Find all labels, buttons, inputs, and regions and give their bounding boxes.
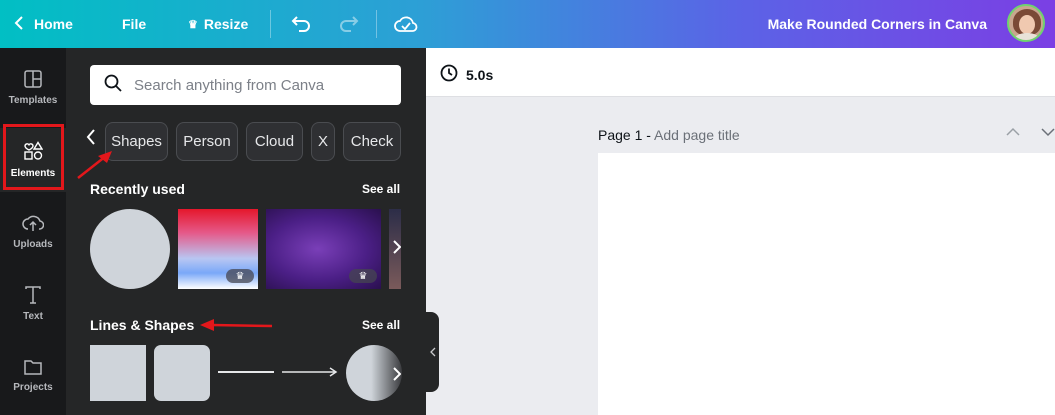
rail-label: Uploads	[13, 239, 53, 250]
top-bar: Home File ♛ Resize Make Rounded Corners …	[0, 0, 1055, 48]
chevron-left-icon	[14, 15, 24, 33]
avatar-face	[1019, 15, 1035, 34]
design-page-canvas[interactable]	[598, 153, 1055, 415]
line-thumb[interactable]	[218, 371, 274, 373]
page-number: Page 1 -	[598, 127, 655, 143]
divider	[376, 10, 377, 38]
recent-circle-thumb[interactable]	[90, 209, 170, 289]
avatar-body	[1014, 33, 1040, 40]
divider	[270, 10, 271, 38]
rail-label: Templates	[8, 95, 58, 106]
page-label: Page 1 - Add page title	[598, 127, 740, 143]
crown-icon: ♛	[226, 269, 254, 283]
avatar[interactable]	[1007, 4, 1045, 42]
text-icon	[25, 286, 41, 311]
resize-label: Resize	[203, 16, 249, 32]
chip-x[interactable]: X	[311, 122, 335, 161]
home-label: Home	[34, 16, 73, 32]
resize-button[interactable]: ♛ Resize	[188, 0, 248, 48]
chevron-right-icon[interactable]	[393, 238, 402, 259]
search-input[interactable]	[134, 76, 384, 94]
chip-cloud[interactable]: Cloud	[246, 122, 303, 161]
cloud-check-icon[interactable]	[394, 0, 418, 48]
duration-button[interactable]: 5.0s	[440, 64, 493, 85]
side-rail: Templates Elements Uploads Text Projects	[0, 48, 66, 415]
see-all-shapes-link[interactable]: See all	[362, 318, 400, 332]
square-shape-thumb[interactable]	[90, 345, 146, 401]
duration-value: 5.0s	[466, 66, 494, 83]
redo-icon[interactable]	[339, 0, 359, 48]
chevron-right-icon[interactable]	[393, 365, 402, 386]
arrow-line-thumb[interactable]	[282, 364, 338, 380]
chip-check[interactable]: Check	[343, 122, 401, 161]
elements-highlight-box	[3, 124, 64, 190]
undo-icon[interactable]	[291, 0, 311, 48]
lines-shapes-title: Lines & Shapes	[90, 317, 195, 333]
rail-label: Projects	[13, 382, 53, 393]
chevron-left-icon[interactable]	[86, 128, 96, 151]
rail-item-uploads[interactable]: Uploads	[0, 200, 66, 264]
recent-purple-thumb[interactable]: ♛	[266, 209, 381, 289]
document-title[interactable]: Make Rounded Corners in Canva	[768, 0, 987, 48]
crown-icon: ♛	[188, 18, 198, 31]
search-icon	[104, 74, 122, 97]
see-all-recent-link[interactable]: See all	[362, 182, 400, 196]
rail-label: Text	[23, 311, 43, 322]
page-title-input[interactable]: Add page title	[654, 127, 740, 143]
editor-toolbar: 5.0s	[426, 48, 1055, 97]
search-box[interactable]	[90, 65, 401, 105]
rail-item-text[interactable]: Text	[0, 272, 66, 336]
annotation-arrow	[77, 151, 112, 179]
annotation-arrow	[200, 319, 273, 331]
templates-icon	[24, 70, 42, 95]
upload-icon	[22, 214, 45, 239]
folder-icon	[24, 359, 42, 382]
rail-item-templates[interactable]: Templates	[0, 56, 66, 120]
chevron-down-icon[interactable]	[1041, 124, 1055, 140]
rounded-square-shape-thumb[interactable]	[154, 345, 210, 401]
recently-used-title: Recently used	[90, 181, 185, 197]
file-menu-button[interactable]: File	[122, 0, 146, 48]
rail-item-projects[interactable]: Projects	[0, 344, 66, 408]
elements-panel: Shapes Person Cloud X Check Recently use…	[66, 48, 426, 415]
clock-icon	[440, 64, 458, 85]
collapse-panel-button[interactable]	[426, 312, 439, 392]
home-button[interactable]: Home	[14, 0, 73, 48]
chip-person[interactable]: Person	[176, 122, 238, 161]
crown-icon: ♛	[349, 269, 377, 283]
chevron-up-icon[interactable]	[1006, 124, 1020, 140]
recent-gradient-thumb[interactable]: ♛	[178, 209, 258, 289]
